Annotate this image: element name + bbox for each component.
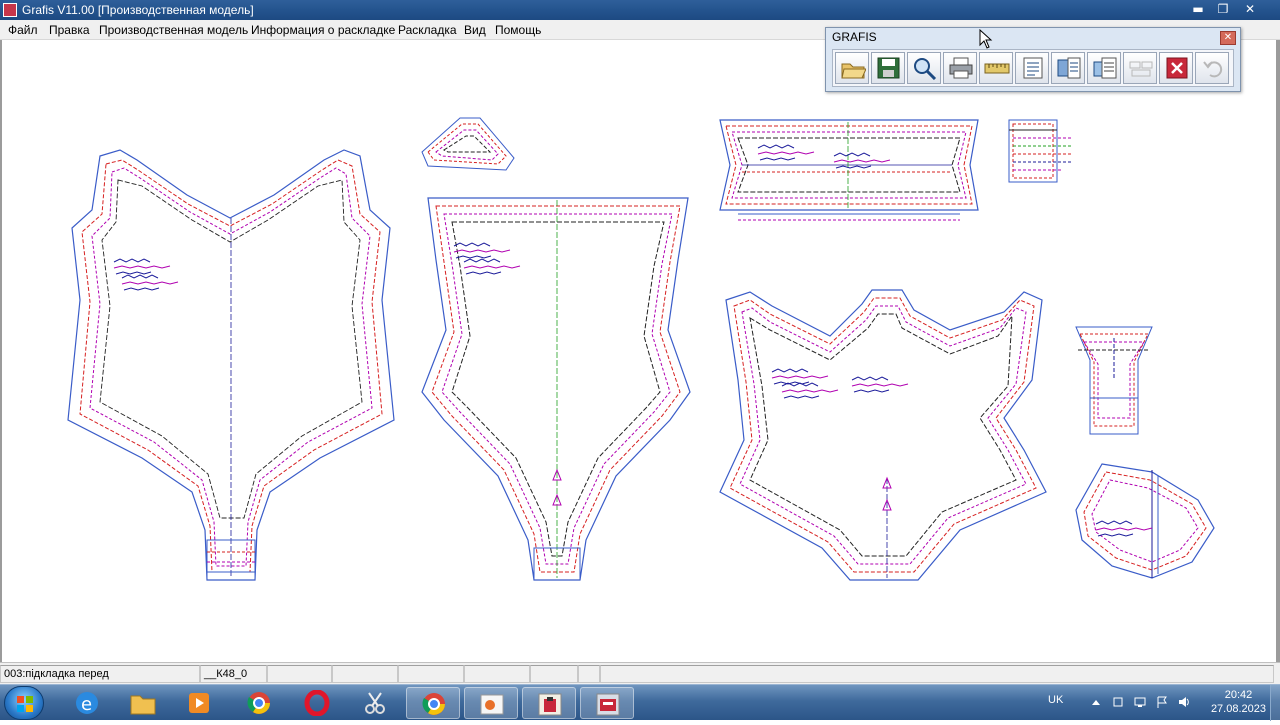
undo-icon [1203, 61, 1223, 78]
status-size: __К48_0 [200, 665, 267, 683]
toolbox-buttons [832, 49, 1234, 87]
restore-button[interactable]: ❐ [1210, 0, 1236, 18]
layout-list-icon [1057, 57, 1081, 79]
zoom-icon [914, 58, 937, 80]
show-desktop-button[interactable] [1270, 685, 1280, 721]
chrome-icon [422, 693, 445, 715]
menu-edit[interactable]: Правка [49, 23, 90, 37]
taskbar-chrome-2[interactable] [406, 687, 460, 719]
pattern-piece-cup[interactable] [1075, 463, 1215, 579]
taskbar-scissors-app[interactable] [348, 687, 402, 719]
taskbar: e UK 20:42 27.08.2023 [0, 684, 1280, 721]
mouse-cursor-icon [979, 29, 993, 49]
list-button[interactable] [1015, 52, 1049, 84]
menu-layout-info[interactable]: Информация о раскладке [251, 23, 395, 37]
tray-volume-icon[interactable] [1178, 696, 1190, 708]
status-cell-5 [398, 665, 464, 683]
status-cell-6 [464, 665, 530, 683]
pattern-piece-lining-front[interactable] [719, 289, 1047, 581]
pattern-piece-small-triangle[interactable] [421, 117, 515, 171]
internet-explorer-icon: e [76, 692, 98, 715]
tray-date: 27.08.2023 [1210, 703, 1266, 715]
toolbox-title: GRAFIS [832, 30, 877, 44]
media-player-icon [189, 693, 209, 713]
svg-text:e: e [81, 694, 92, 715]
ruler-icon [984, 63, 1010, 74]
zoom-button[interactable] [907, 52, 941, 84]
nest-button[interactable] [1123, 52, 1157, 84]
presentation-icon [480, 694, 504, 715]
save-button[interactable] [871, 52, 905, 84]
status-cell-7 [530, 665, 578, 683]
folder-icon [130, 695, 156, 715]
menu-production-model[interactable]: Производственная модель [99, 23, 248, 37]
opera-icon [304, 690, 330, 716]
pattern-piece-gusset[interactable] [1075, 326, 1153, 435]
tray-clock[interactable]: 20:42 27.08.2023 [1211, 688, 1266, 716]
taskbar-presentation-app[interactable] [464, 687, 518, 719]
tray-monitor-icon[interactable] [1134, 696, 1146, 708]
properties-button[interactable] [1087, 52, 1121, 84]
taskbar-chrome[interactable] [232, 687, 286, 719]
start-button[interactable] [4, 686, 44, 720]
pattern-piece-back[interactable] [421, 197, 691, 581]
taskbar-file-explorer[interactable] [116, 687, 170, 719]
toolbox-close-button[interactable]: ✕ [1220, 31, 1236, 45]
grafis-icon [538, 693, 562, 716]
properties-icon [1093, 57, 1117, 79]
app-icon [3, 3, 17, 17]
status-cell-9 [600, 665, 1274, 683]
status-piece-name: 003:підкладка перед [0, 665, 200, 683]
title-bar: Grafis V11.00 [Производственная модель] … [0, 0, 1280, 20]
tray-language[interactable]: UK [1048, 694, 1063, 706]
pattern-layout [67, 117, 1215, 581]
taskbar-media-player[interactable] [172, 687, 226, 719]
taskbar-grafis-app-2[interactable] [580, 687, 634, 719]
save-icon [877, 57, 900, 79]
status-cell-4 [332, 665, 398, 683]
delete-button[interactable] [1159, 52, 1193, 84]
windows-logo-icon [17, 696, 33, 712]
tray-network-icon[interactable] [1112, 696, 1124, 708]
open-folder-button[interactable] [835, 52, 869, 84]
open-folder-icon [841, 63, 866, 79]
window-title: Grafis V11.00 [Производственная модель] [22, 3, 254, 17]
undo-button[interactable] [1195, 52, 1229, 84]
pattern-piece-front[interactable] [67, 149, 395, 581]
chrome-icon [247, 692, 270, 714]
layout-list-button[interactable] [1051, 52, 1085, 84]
pattern-piece-band[interactable] [719, 119, 979, 221]
system-tray: UK 20:42 27.08.2023 [1040, 685, 1280, 721]
minimize-button[interactable]: ▬ [1185, 0, 1211, 18]
status-bar: 003:підкладка перед __К48_0 [0, 662, 1280, 684]
taskbar-opera[interactable] [290, 687, 344, 719]
menu-file[interactable]: Файл [8, 23, 38, 37]
menu-layout[interactable]: Раскладка [398, 23, 457, 37]
tray-time: 20:42 [1224, 689, 1253, 701]
taskbar-grafis-app-1[interactable] [522, 687, 576, 719]
print-icon [949, 57, 973, 79]
pattern-piece-label[interactable] [1008, 119, 1072, 183]
tray-expand-icon[interactable] [1090, 696, 1102, 708]
taskbar-internet-explorer[interactable]: e [60, 687, 114, 719]
ruler-button[interactable] [979, 52, 1013, 84]
status-cell-3 [267, 665, 332, 683]
close-button[interactable]: ✕ [1237, 0, 1263, 18]
scissors-icon [365, 692, 385, 714]
list-icon [1023, 57, 1043, 79]
grafis-toolbox[interactable]: GRAFIS ✕ [825, 27, 1241, 92]
drawing-canvas[interactable] [0, 40, 1280, 662]
tray-flag-icon[interactable] [1156, 696, 1168, 708]
status-cell-8 [578, 665, 600, 683]
print-button[interactable] [943, 52, 977, 84]
close-red-icon [1166, 57, 1188, 79]
menu-view[interactable]: Вид [464, 23, 486, 37]
disabled-nest-icon [1129, 61, 1153, 77]
grafis-icon [596, 693, 620, 716]
menu-help[interactable]: Помощь [495, 23, 541, 37]
